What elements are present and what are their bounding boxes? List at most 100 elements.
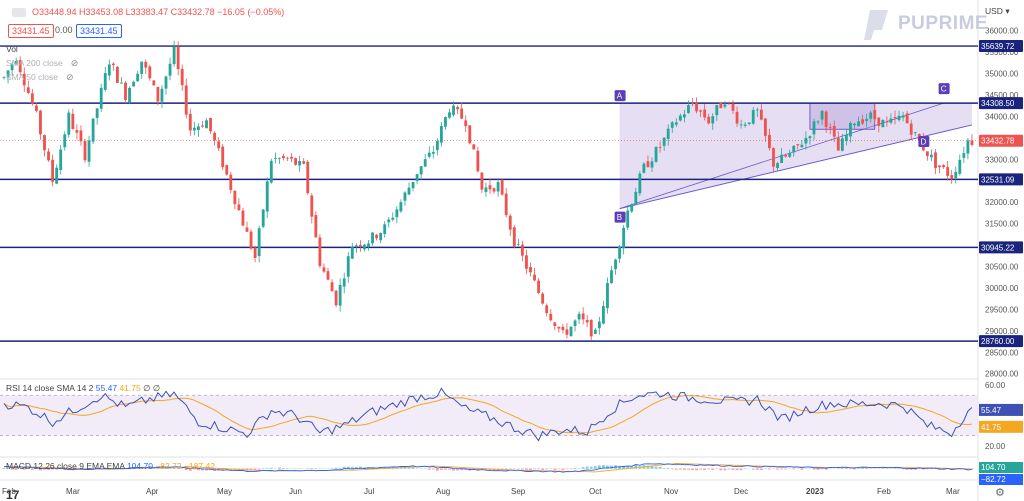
macd-histogram-bar <box>553 468 557 470</box>
macd-histogram-bar <box>557 468 561 470</box>
macd-histogram-bar <box>792 468 796 470</box>
candle-body <box>508 215 512 230</box>
sma50-indicator[interactable]: SMA 50 close ⊘ <box>6 72 74 83</box>
candle-body <box>282 155 285 159</box>
candle-body <box>265 181 269 212</box>
candle-body <box>751 110 755 124</box>
candle-body <box>488 185 492 190</box>
candle-body <box>79 130 83 142</box>
candle-body <box>678 115 682 121</box>
candle-body <box>43 135 46 151</box>
x-tick-label: Aug <box>436 487 450 496</box>
macd-histogram-bar <box>658 466 662 469</box>
macd-histogram-bar <box>707 468 711 470</box>
candle-body <box>111 63 115 66</box>
candle-body <box>853 123 856 126</box>
candle-body <box>638 173 642 194</box>
rsi-badge-label: 55.47 <box>981 406 1002 415</box>
candle-body <box>87 140 91 162</box>
y-tick-label: 28500.00 <box>985 348 1019 357</box>
macd-histogram-bar <box>541 468 545 471</box>
candle-body <box>439 125 443 143</box>
candle-body <box>537 280 541 293</box>
macd-histogram-bar <box>695 468 698 471</box>
candle-body <box>257 228 261 257</box>
macd-histogram-bar <box>784 468 788 470</box>
candle-body <box>229 174 233 190</box>
y-tick-label: 34000.00 <box>985 112 1019 121</box>
candle-body <box>492 188 496 192</box>
level-price-label: 32531.09 <box>981 175 1015 184</box>
x-tick-label: Apr <box>146 487 159 496</box>
candle-body <box>630 204 634 212</box>
settings-gear-icon[interactable]: ⚙ <box>995 486 1005 499</box>
hidden-eye-icon[interactable]: ⊘ <box>66 72 74 82</box>
macd-histogram-bar <box>427 468 431 470</box>
candle-body <box>500 179 504 195</box>
candle-body <box>601 306 605 324</box>
puprime-logo-icon <box>862 8 892 40</box>
macd-histogram-bar <box>431 468 435 470</box>
candle-body <box>460 108 464 119</box>
candle-body <box>597 321 601 329</box>
y-tick-label: 31500.00 <box>985 220 1019 229</box>
macd-histogram-bar <box>338 467 342 469</box>
sma200-indicator[interactable]: SMA 200 close ⊘ <box>6 58 78 69</box>
candle-body <box>363 244 366 250</box>
macd-histogram-bar <box>448 468 451 470</box>
macd-histogram-bar <box>277 467 281 469</box>
macd-histogram-bar <box>824 468 828 470</box>
macd-histogram-bar <box>881 468 885 469</box>
macd-histogram-bar <box>719 468 723 471</box>
macd-histogram-bar <box>816 468 820 470</box>
candle-body <box>472 144 476 150</box>
candle-body <box>213 132 217 141</box>
trading-chart[interactable]: 36000.0035500.0035000.0034500.0034000.00… <box>0 0 1024 501</box>
buy-price-box[interactable]: 33431.45 <box>76 24 122 38</box>
candle-body <box>585 319 589 323</box>
macd-histogram-bar <box>743 468 747 470</box>
macd-histogram-bar <box>812 468 816 470</box>
candle-body <box>176 46 180 70</box>
hidden-eye-icon[interactable]: ⊘ <box>71 58 79 68</box>
rsi-sma-value: 41.75 <box>119 383 141 393</box>
macd-histogram-bar <box>893 468 897 469</box>
volume-indicator-label[interactable]: Vol <box>6 44 18 54</box>
candle-body <box>423 159 427 167</box>
candle-body <box>444 117 447 127</box>
candle-body <box>26 87 30 93</box>
candle-body <box>34 105 38 111</box>
candle-body <box>298 160 302 166</box>
candle-body <box>958 159 962 174</box>
candle-body <box>468 125 472 144</box>
candle-body <box>83 141 87 161</box>
macd-legend: MACD 12 26 close 9 EMA EMA 104.70 −82.72… <box>6 461 215 471</box>
candle-body <box>966 140 970 154</box>
y-tick-label: 28000.00 <box>985 370 1019 379</box>
candle-body <box>861 119 865 124</box>
candle-body <box>938 165 941 168</box>
candle-body <box>747 122 751 124</box>
candle-body <box>970 140 974 145</box>
sma200-label: SMA 200 close <box>6 58 63 68</box>
candle-body <box>772 148 775 167</box>
macd-histogram-bar <box>674 468 678 470</box>
candle-body <box>897 115 901 121</box>
candle-body <box>626 210 630 228</box>
candle-body <box>930 154 933 158</box>
candle-body <box>103 73 107 90</box>
candle-body <box>792 145 796 153</box>
sell-price-box[interactable]: 33431.45 <box>8 24 54 38</box>
rsi-legend: RSI 14 close SMA 14 2 55.47 41.75 ∅ ∅ <box>6 383 160 394</box>
candle-body <box>541 293 545 304</box>
x-tick-label: May <box>217 487 232 496</box>
candle-body <box>411 182 415 189</box>
candle-body <box>727 102 731 103</box>
candle-body <box>885 121 889 123</box>
currency-selector[interactable]: USD ▾ <box>985 6 1010 17</box>
candle-body <box>350 247 354 259</box>
y-tick-label: 35000.00 <box>985 69 1019 78</box>
candle-body <box>804 137 808 144</box>
candle-body <box>233 190 237 205</box>
y-tick-label: 30000.00 <box>985 284 1019 293</box>
